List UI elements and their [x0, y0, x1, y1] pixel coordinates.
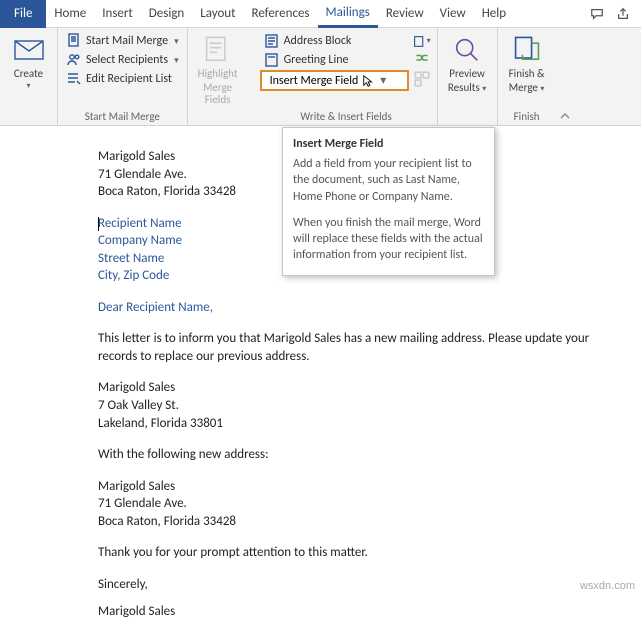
comments-icon[interactable] [585, 3, 609, 25]
thanks-line: Thank you for your prompt attention to t… [98, 544, 641, 562]
create-label: Create [14, 68, 43, 80]
group-write-label: Write & Insert Fields [260, 108, 433, 125]
address-block-icon [264, 33, 280, 49]
group-finish: Finish & Merge ▾ Finish [498, 28, 556, 125]
greeting-icon [264, 52, 280, 68]
greeting-line-label: Greeting Line [284, 53, 349, 67]
highlight-merge-fields-button: Highlight Merge Fields [192, 30, 244, 108]
new-city: Boca Raton, Florida 33428 [98, 513, 641, 531]
old-street: 7 Oak Valley St. [98, 397, 641, 415]
closing-line: Sincerely, [98, 576, 641, 594]
group-create-label [4, 108, 53, 125]
highlight-icon [202, 34, 234, 66]
collapse-ribbon-button[interactable] [556, 28, 574, 126]
group-preview: Preview Results ▾ [438, 28, 498, 125]
finish-merge-button[interactable]: Finish & Merge ▾ [502, 30, 552, 108]
old-address-block: Marigold Sales 7 Oak Valley St. Lakeland… [98, 379, 641, 432]
tab-insert[interactable]: Insert [94, 0, 141, 28]
signature-line: Marigold Sales [98, 603, 641, 621]
start-mail-merge-label: Start Mail Merge [86, 34, 168, 48]
field-recipient: Recipient Name [98, 216, 182, 231]
finish-label-2: Merge [509, 81, 538, 94]
insert-merge-field-tooltip: Insert Merge Field Add a field from your… [282, 127, 495, 276]
tab-design[interactable]: Design [141, 0, 192, 28]
highlight-label-2: Merge Fields [194, 82, 242, 106]
address-block-button[interactable]: Address Block [260, 32, 409, 50]
body-paragraph-1: This letter is to inform you that Marigo… [98, 330, 608, 365]
new-address-block: Marigold Sales 71 Glendale Ave. Boca Rat… [98, 478, 641, 531]
insert-merge-field-button[interactable]: Insert Merge Field ▾ [260, 70, 409, 91]
tooltip-title: Insert Merge Field [293, 136, 484, 152]
start-mail-merge-button[interactable]: Start Mail Merge▾ [62, 32, 183, 50]
tab-bar: File Home Insert Design Layout Reference… [0, 0, 641, 28]
old-city: Lakeland, Florida 33801 [98, 415, 641, 433]
group-create: Create ▾ [0, 28, 58, 125]
greeting-line-button[interactable]: Greeting Line [260, 51, 409, 69]
group-start-label: Start Mail Merge [62, 108, 183, 125]
salutation: Dear Recipient Name, [98, 299, 641, 317]
match-fields-button[interactable] [413, 52, 431, 68]
magnifier-icon [451, 34, 483, 66]
tab-layout[interactable]: Layout [192, 0, 243, 28]
envelope-icon [13, 34, 45, 66]
rules-button[interactable]: ▾ [413, 33, 431, 49]
address-block-label: Address Block [284, 34, 352, 48]
tab-mailings[interactable]: Mailings [318, 0, 378, 28]
group-start-mail-merge: Start Mail Merge▾ Select Recipients▾ Edi… [58, 28, 188, 125]
insert-merge-field-label: Insert Merge Field [270, 74, 359, 88]
group-highlight: Highlight Merge Fields [188, 28, 256, 125]
followup-line: With the following new address: [98, 446, 641, 464]
tooltip-paragraph-1: Add a field from your recipient list to … [293, 156, 484, 205]
tab-review[interactable]: Review [378, 0, 432, 28]
select-recipients-label: Select Recipients [86, 53, 168, 67]
document-icon [66, 33, 82, 49]
share-icon[interactable] [611, 3, 635, 25]
highlight-label-1: Highlight [198, 68, 238, 80]
cursor-icon [362, 74, 376, 88]
finish-label-1: Finish & [509, 68, 545, 80]
watermark: wsxdn.com [580, 580, 635, 592]
edit-recipient-list-label: Edit Recipient List [86, 72, 172, 86]
group-write-insert: Address Block Greeting Line Insert Merge… [256, 28, 438, 125]
ribbon: Create ▾ Start Mail Merge▾ Select Recipi… [0, 28, 641, 126]
tab-references[interactable]: References [244, 0, 318, 28]
preview-label-2: Results [448, 81, 480, 94]
new-name: Marigold Sales [98, 478, 641, 496]
preview-label-1: Preview [449, 68, 485, 80]
create-button[interactable]: Create ▾ [4, 30, 53, 108]
select-recipients-button[interactable]: Select Recipients▾ [62, 51, 183, 69]
tab-view[interactable]: View [432, 0, 474, 28]
tab-help[interactable]: Help [474, 0, 514, 28]
file-tab[interactable]: File [0, 0, 46, 28]
finish-icon [511, 34, 543, 66]
old-name: Marigold Sales [98, 379, 641, 397]
tooltip-paragraph-2: When you finish the mail merge, Word wil… [293, 215, 484, 264]
group-finish-label: Finish [502, 108, 552, 125]
list-edit-icon [66, 71, 82, 87]
new-street: 71 Glendale Ave. [98, 495, 641, 513]
preview-results-button[interactable]: Preview Results ▾ [442, 30, 493, 108]
tab-home[interactable]: Home [46, 0, 94, 28]
edit-recipient-list-button[interactable]: Edit Recipient List [62, 70, 183, 88]
people-icon [66, 52, 82, 68]
update-labels-button[interactable] [413, 71, 431, 87]
